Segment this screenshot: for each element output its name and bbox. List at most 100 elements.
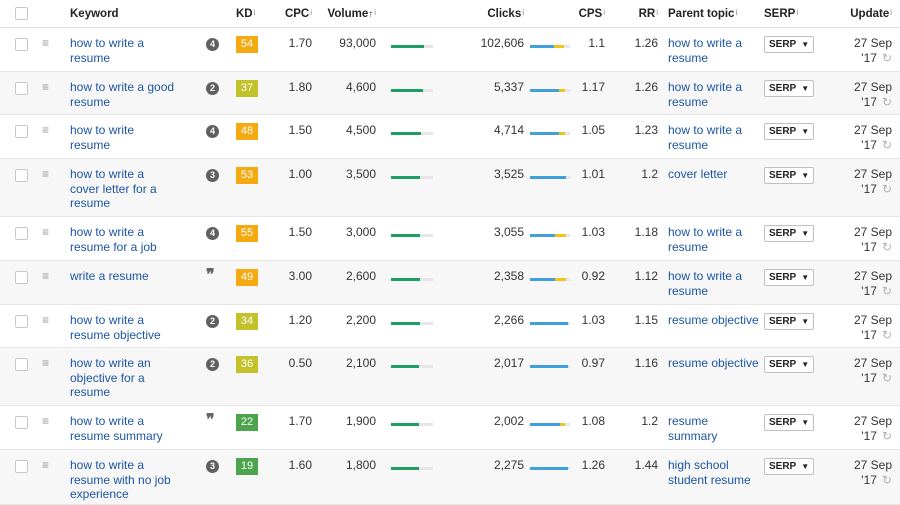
refresh-icon[interactable]: ↻ xyxy=(882,240,892,254)
serp-dropdown-button[interactable]: SERP ▼ xyxy=(764,167,815,184)
cpc-value: 0.50 xyxy=(288,356,312,370)
serp-features-badge[interactable]: 2 xyxy=(206,358,219,371)
row-checkbox[interactable] xyxy=(14,82,28,95)
serp-dropdown-button[interactable]: SERP ▼ xyxy=(764,313,815,330)
col-clicks[interactable]: Clicksi xyxy=(431,0,524,28)
refresh-icon[interactable]: ↻ xyxy=(882,51,892,65)
refresh-icon[interactable]: ↻ xyxy=(882,95,892,109)
keyword-link[interactable]: how to write resume xyxy=(70,123,134,152)
row-checkbox[interactable] xyxy=(14,38,28,51)
parent-topic-link[interactable]: how to write a resume xyxy=(668,123,742,152)
cps-value: 1.05 xyxy=(581,123,605,137)
info-icon[interactable]: i xyxy=(522,8,524,17)
parent-topic-link[interactable]: how to write a resume xyxy=(668,36,742,65)
add-to-list-icon[interactable]: ≡ xyxy=(42,270,49,282)
info-icon[interactable]: i xyxy=(890,8,892,17)
info-icon[interactable]: i xyxy=(254,8,256,17)
parent-topic-link[interactable]: resume objective xyxy=(668,356,759,370)
serp-features-badge[interactable]: 3 xyxy=(206,169,219,182)
row-checkbox[interactable] xyxy=(14,416,28,429)
clicks-distribution-bar xyxy=(530,234,570,238)
keyword-link[interactable]: how to write a resume objective xyxy=(70,313,161,342)
add-to-list-icon[interactable]: ≡ xyxy=(42,415,49,427)
parent-topic-link[interactable]: how to write a resume xyxy=(668,80,742,109)
serp-features-badge[interactable]: 2 xyxy=(206,315,219,328)
serp-dropdown-button[interactable]: SERP ▼ xyxy=(764,225,815,242)
row-checkbox[interactable] xyxy=(14,460,28,473)
col-cpc[interactable]: CPCi xyxy=(270,0,312,28)
keyword-link[interactable]: how to write a resume for a job xyxy=(70,225,157,254)
col-kd[interactable]: KDi xyxy=(236,0,270,28)
add-to-list-icon[interactable]: ≡ xyxy=(42,37,49,49)
info-icon[interactable]: i xyxy=(310,8,312,17)
col-rr[interactable]: RRi xyxy=(620,0,658,28)
row-checkbox[interactable] xyxy=(14,227,28,240)
info-icon[interactable]: i xyxy=(796,8,798,17)
refresh-icon[interactable]: ↻ xyxy=(882,371,892,385)
col-serp[interactable]: SERPi xyxy=(760,0,838,28)
col-cps[interactable]: CPSi xyxy=(572,0,605,28)
serp-dropdown-button[interactable]: SERP ▼ xyxy=(764,269,815,286)
serp-dropdown-button[interactable]: SERP ▼ xyxy=(764,123,815,140)
refresh-icon[interactable]: ↻ xyxy=(882,182,892,196)
row-checkbox[interactable] xyxy=(14,125,28,138)
info-icon[interactable]: i xyxy=(374,8,376,17)
volume-trend-bar xyxy=(391,322,433,326)
refresh-icon[interactable]: ↻ xyxy=(882,328,892,342)
parent-topic-link[interactable]: resume summary xyxy=(668,414,717,443)
refresh-icon[interactable]: ↻ xyxy=(882,473,892,487)
col-update[interactable]: Updatei xyxy=(838,0,900,28)
parent-topic-link[interactable]: resume objective xyxy=(668,313,759,327)
clicks-value: 3,525 xyxy=(493,167,524,181)
info-icon[interactable]: i xyxy=(603,8,605,17)
parent-topic-link[interactable]: high school student resume xyxy=(668,458,751,487)
add-to-list-icon[interactable]: ≡ xyxy=(42,357,49,369)
volume-trend-bar xyxy=(391,132,433,136)
row-checkbox[interactable] xyxy=(14,169,28,182)
volume-value: 93,000 xyxy=(339,36,376,50)
col-parent-topic[interactable]: Parent topici xyxy=(658,0,760,28)
row-checkbox[interactable] xyxy=(14,315,28,328)
add-to-list-icon[interactable]: ≡ xyxy=(42,226,49,238)
info-icon[interactable]: i xyxy=(735,8,737,17)
add-to-list-icon[interactable]: ≡ xyxy=(42,81,49,93)
row-checkbox[interactable] xyxy=(14,358,28,371)
serp-dropdown-button[interactable]: SERP ▼ xyxy=(764,414,815,431)
serp-features-badge[interactable]: 4 xyxy=(206,125,219,138)
serp-dropdown-button[interactable]: SERP ▼ xyxy=(764,356,815,373)
refresh-icon[interactable]: ↻ xyxy=(882,429,892,443)
add-to-list-icon[interactable]: ≡ xyxy=(42,314,49,326)
rr-value: 1.26 xyxy=(634,80,658,94)
col-keyword[interactable]: Keyword xyxy=(70,0,206,28)
info-icon[interactable]: i xyxy=(656,8,658,17)
keyword-link[interactable]: how to write a resume with no job experien… xyxy=(70,458,171,501)
keyword-link[interactable]: how to write a resume summary xyxy=(70,414,163,443)
keyword-link[interactable]: write a resume xyxy=(70,269,149,283)
serp-features-badge[interactable]: 4 xyxy=(206,227,219,240)
cpc-value: 1.00 xyxy=(288,167,312,181)
parent-topic-link[interactable]: how to write a resume xyxy=(668,269,742,298)
keyword-link[interactable]: how to write a good resume xyxy=(70,80,174,109)
keyword-link[interactable]: how to write a cover letter for a resume xyxy=(70,167,157,210)
serp-dropdown-button[interactable]: SERP ▼ xyxy=(764,458,815,475)
parent-topic-link[interactable]: cover letter xyxy=(668,167,727,181)
serp-features-badge[interactable]: 4 xyxy=(206,38,219,51)
serp-features-badge[interactable]: 2 xyxy=(206,82,219,95)
refresh-icon[interactable]: ↻ xyxy=(882,284,892,298)
add-to-list-icon[interactable]: ≡ xyxy=(42,459,49,471)
refresh-icon[interactable]: ↻ xyxy=(882,138,892,152)
serp-dropdown-button[interactable]: SERP ▼ xyxy=(764,36,815,53)
cpc-value: 3.00 xyxy=(288,269,312,283)
row-checkbox[interactable] xyxy=(14,271,28,284)
add-to-list-icon[interactable]: ≡ xyxy=(42,124,49,136)
serp-features-badge[interactable]: 3 xyxy=(206,460,219,473)
cpc-value: 1.80 xyxy=(288,80,312,94)
keyword-link[interactable]: how to write an objective for a resume xyxy=(70,356,151,399)
keyword-link[interactable]: how to write a resume xyxy=(70,36,144,65)
select-all-checkbox[interactable] xyxy=(14,6,28,20)
parent-topic-link[interactable]: how to write a resume xyxy=(668,225,742,254)
add-to-list-icon[interactable]: ≡ xyxy=(42,168,49,180)
col-volume[interactable]: Volume↑i xyxy=(312,0,376,28)
serp-dropdown-button[interactable]: SERP ▼ xyxy=(764,80,815,97)
caret-down-icon: ▼ xyxy=(801,84,810,93)
